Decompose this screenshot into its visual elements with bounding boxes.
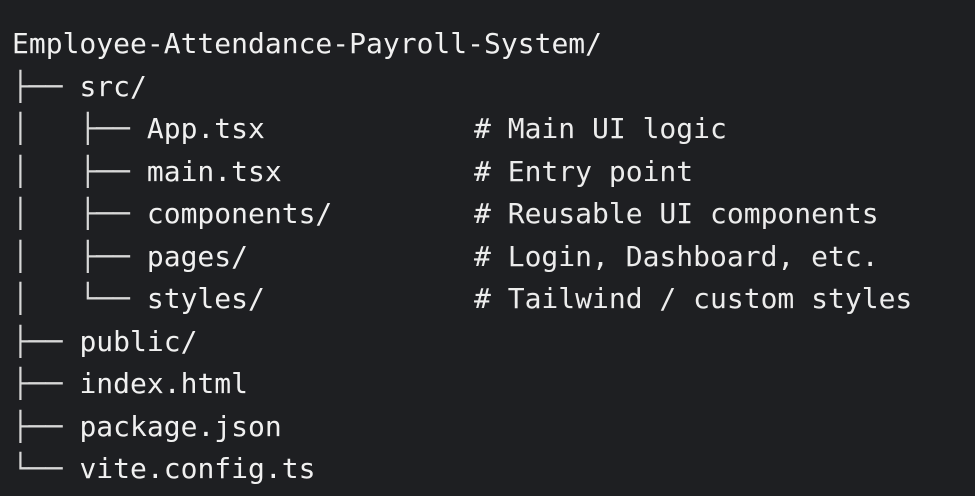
file-name-app-tsx: App.tsx xyxy=(146,112,265,145)
file-name-package-json: package.json xyxy=(79,410,282,443)
file-name-vite-config-ts: vite.config.ts xyxy=(79,452,316,485)
comment-main-ui-logic: # Main UI logic xyxy=(474,112,727,145)
tree-branch-prefix: └── xyxy=(12,452,80,485)
tree-branch-prefix: │ └── xyxy=(12,282,147,315)
comment-reusable-ui-components: # Reusable UI components xyxy=(474,197,879,230)
tree-line-vite-config: └── vite.config.ts xyxy=(12,448,315,490)
comment-login-dashboard: # Login, Dashboard, etc. xyxy=(474,240,879,273)
tree-branch-prefix: ├── xyxy=(12,367,80,400)
folder-name-public: public/ xyxy=(79,325,198,358)
tree-branch-prefix: │ ├── xyxy=(12,197,147,230)
tree-line-index-html: ├── index.html xyxy=(12,363,248,405)
comment-tailwind-custom-styles: # Tailwind / custom styles xyxy=(474,282,913,315)
folder-name-components: components/ xyxy=(146,197,333,230)
file-name-main-tsx: main.tsx xyxy=(146,155,282,188)
folder-name-styles: styles/ xyxy=(146,282,265,315)
folder-name-src: src/ xyxy=(79,70,147,103)
tree-root-line: Employee-Attendance-Payroll-System/ xyxy=(12,23,602,65)
comment-entry-point: # Entry point xyxy=(474,155,694,188)
tree-branch-prefix: ├── xyxy=(12,325,80,358)
file-name-index-html: index.html xyxy=(79,367,249,400)
tree-line-package-json: ├── package.json xyxy=(12,406,282,448)
tree-line-src: ├── src/ xyxy=(12,66,147,108)
tree-line-styles: │ └── styles/ # Tailwind / custom styles xyxy=(12,278,912,320)
tree-line-app-tsx: │ ├── App.tsx # Main UI logic xyxy=(12,108,727,150)
tree-line-components: │ ├── components/ # Reusable UI componen… xyxy=(12,193,879,235)
tree-branch-prefix: │ ├── xyxy=(12,155,147,188)
tree-line-public: ├── public/ xyxy=(12,321,197,363)
tree-branch-prefix: ├── xyxy=(12,70,80,103)
folder-name-pages: pages/ xyxy=(146,240,249,273)
root-folder-name: Employee-Attendance-Payroll-System/ xyxy=(12,27,603,60)
tree-branch-prefix: │ ├── xyxy=(12,112,147,145)
tree-branch-prefix: ├── xyxy=(12,410,80,443)
tree-branch-prefix: │ ├── xyxy=(12,240,147,273)
tree-line-main-tsx: │ ├── main.tsx # Entry point xyxy=(12,151,693,193)
directory-tree: Employee-Attendance-Payroll-System/ ├── … xyxy=(12,23,967,493)
tree-line-pages: │ ├── pages/ # Login, Dashboard, etc. xyxy=(12,236,879,278)
